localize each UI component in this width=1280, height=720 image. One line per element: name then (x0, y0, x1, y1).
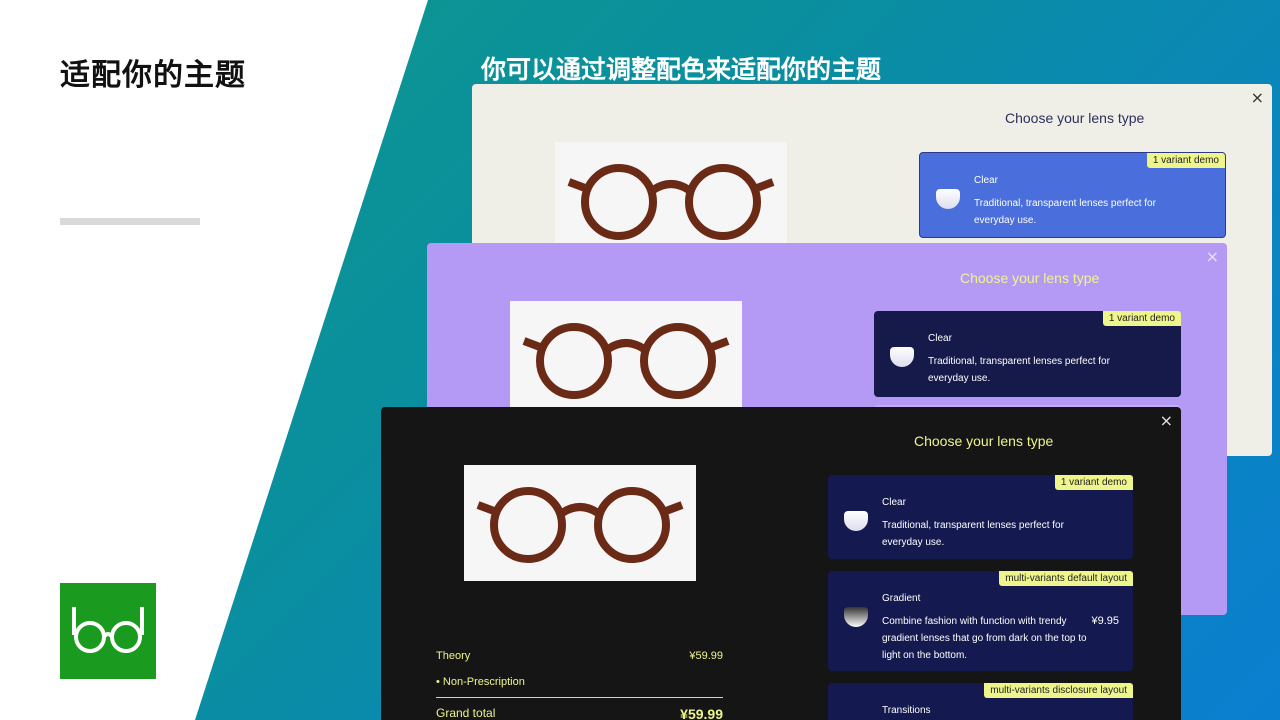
option-description: Traditional, transparent lenses perfect … (928, 356, 1110, 384)
product-name: Theory (436, 650, 471, 662)
summary-total-row: Grand total ¥59.99 (436, 706, 723, 720)
clear-lens-icon (936, 189, 960, 209)
option-description: Combine fashion with function with trend… (882, 616, 1087, 661)
lens-option-transitions[interactable]: multi-variants disclosure layout Transit… (828, 683, 1133, 720)
modal-title: Choose your lens type (1005, 110, 1145, 126)
option-description: Traditional, transparent lenses perfect … (974, 198, 1156, 226)
clear-lens-icon (890, 347, 914, 367)
brand-logo (60, 583, 156, 679)
modal-title: Choose your lens type (960, 270, 1100, 286)
option-description: Traditional, transparent lenses perfect … (882, 520, 1064, 548)
slide-title: 适配你的主题 (60, 58, 246, 93)
prescription-label: • Non-Prescription (436, 676, 525, 688)
lens-option-gradient[interactable]: multi-variants default layout Gradient C… (828, 571, 1133, 671)
lens-option-clear[interactable]: 1 variant demo Clear Traditional, transp… (828, 475, 1133, 559)
gradient-lens-icon (844, 607, 868, 627)
option-name: Transitions (882, 705, 931, 716)
summary-prescription-row: • Non-Prescription (436, 676, 723, 688)
summary-product-row: Theory ¥59.99 (436, 650, 723, 662)
variant-badge: 1 variant demo (1054, 475, 1133, 490)
grand-total-price: ¥59.99 (680, 706, 723, 720)
glasses-logo-icon (72, 607, 144, 653)
clear-lens-icon (844, 511, 868, 531)
eyeglasses-icon (522, 323, 730, 399)
product-image (555, 142, 787, 258)
variant-badge: 1 variant demo (1146, 153, 1225, 168)
close-icon[interactable]: × (1160, 413, 1173, 429)
variant-badge: 1 variant demo (1102, 311, 1181, 326)
lens-option-clear[interactable]: 1 variant demo Clear Traditional, transp… (874, 311, 1181, 397)
product-image (510, 301, 742, 417)
option-name: Clear (974, 175, 998, 186)
eyeglasses-icon (567, 164, 775, 240)
close-icon[interactable]: × (1251, 90, 1264, 106)
lens-modal-dark: × Choose your lens type 1 variant demo C… (381, 407, 1181, 720)
grand-total-label: Grand total (436, 706, 496, 720)
summary-divider (436, 697, 723, 698)
eyeglasses-icon (476, 487, 684, 563)
title-divider (60, 218, 200, 225)
option-name: Clear (928, 333, 952, 344)
product-price: ¥59.99 (689, 650, 723, 662)
close-icon[interactable]: × (1206, 249, 1219, 265)
slide-subtitle: 你可以通过调整配色来适配你的主题 (481, 55, 882, 84)
variant-badge: multi-variants default layout (999, 571, 1133, 586)
product-image (464, 465, 696, 581)
option-name: Gradient (882, 593, 921, 604)
option-price: ¥9.95 (1091, 615, 1119, 627)
option-name: Clear (882, 497, 906, 508)
lens-option-clear[interactable]: 1 variant demo Clear Traditional, transp… (919, 152, 1226, 238)
variant-badge: multi-variants disclosure layout (984, 683, 1133, 698)
modal-title: Choose your lens type (914, 433, 1054, 449)
